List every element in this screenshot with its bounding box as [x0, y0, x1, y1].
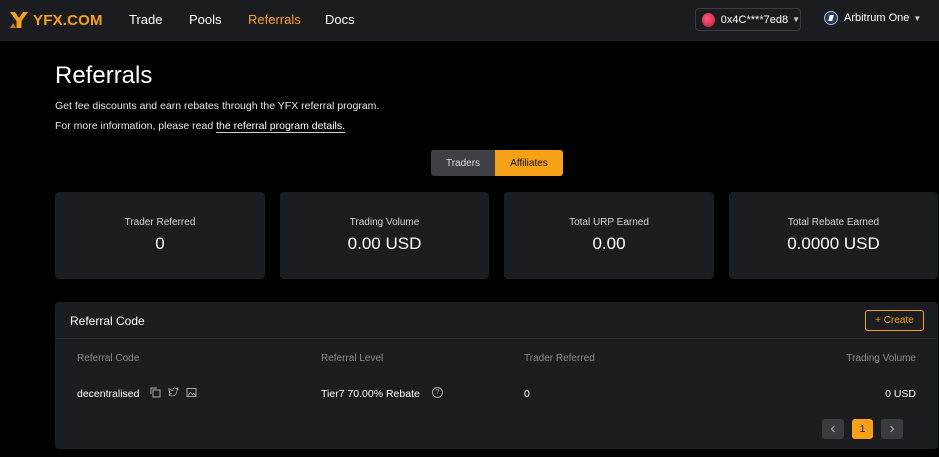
top-nav: YFX.COM Trade Pools Referrals Docs 0x4C*… — [0, 0, 939, 41]
wallet-button[interactable]: 0x4C****7ed8 ▼ — [695, 8, 801, 31]
info-prefix: For more information, please read — [55, 120, 217, 132]
column-header: Referral Code — [77, 353, 140, 364]
chevron-right-icon — [890, 425, 895, 433]
stat-value: 0.00 — [592, 234, 626, 253]
referral-code-panel: Referral Code + Create Referral Code Ref… — [55, 302, 938, 449]
trader-referred-value: 0 — [524, 388, 530, 400]
network-selector[interactable]: Arbitrum One ▼ — [824, 11, 921, 25]
pagination-page[interactable]: 1 — [852, 419, 873, 439]
brand-logo[interactable]: YFX.COM — [9, 10, 103, 30]
page-title: Referrals — [55, 62, 153, 89]
network-name: Arbitrum One — [844, 12, 910, 24]
stat-label: Total URP Earned — [569, 217, 649, 228]
stat-card-trading-volume: Trading Volume 0.00 USD — [280, 192, 489, 279]
chevron-left-icon — [830, 425, 835, 433]
nav-pools[interactable]: Pools — [189, 12, 222, 27]
code-actions — [149, 386, 197, 398]
chevron-down-icon: ▼ — [913, 13, 922, 23]
column-header: Trader Referred — [524, 353, 595, 364]
copy-icon[interactable] — [149, 386, 161, 398]
panel-header: Referral Code + Create — [55, 302, 938, 339]
referral-code-value: decentralised — [77, 388, 140, 400]
image-icon[interactable] — [185, 386, 197, 398]
create-button[interactable]: + Create — [865, 310, 924, 331]
stat-label: Trader Referred — [124, 217, 196, 228]
panel-title: Referral Code — [70, 314, 145, 328]
column-header: Referral Level — [321, 353, 384, 364]
column-header: Trading Volume — [846, 353, 916, 364]
wallet-avatar — [702, 12, 715, 27]
referral-level-value: Tier7 70.00% Rebate — [321, 388, 420, 400]
nav-referrals[interactable]: Referrals — [248, 12, 301, 27]
tab-affiliates[interactable]: Affiliates — [495, 150, 563, 176]
brand-name: YFX.COM — [33, 11, 103, 29]
stat-card-rebate-earned: Total Rebate Earned 0.0000 USD — [729, 192, 938, 279]
info-line: For more information, please read the re… — [55, 120, 346, 133]
nav-trade[interactable]: Trade — [129, 12, 162, 27]
wallet-address: 0x4C****7ed8 — [720, 13, 789, 26]
stat-value: 0.00 USD — [347, 234, 422, 253]
nav-docs[interactable]: Docs — [325, 12, 355, 27]
yfx-logo-icon — [10, 12, 28, 28]
pagination-prev[interactable] — [822, 419, 844, 439]
help-icon[interactable]: ? — [432, 387, 443, 398]
pagination-next[interactable] — [881, 419, 903, 439]
stat-card-trader-referred: Trader Referred 0 — [55, 192, 265, 279]
chevron-down-icon: ▼ — [792, 15, 800, 24]
role-toggle: Traders Affiliates — [431, 150, 563, 176]
twitter-icon[interactable] — [167, 386, 179, 398]
stat-label: Total Rebate Earned — [787, 217, 880, 228]
referral-details-link[interactable]: the referral program details. — [216, 120, 346, 133]
stat-value: 0 — [155, 234, 165, 253]
stat-card-urp-earned: Total URP Earned 0.00 — [504, 192, 714, 279]
tab-traders[interactable]: Traders — [431, 150, 495, 176]
stat-label: Trading Volume — [349, 217, 420, 228]
page-subtitle: Get fee discounts and earn rebates throu… — [55, 100, 380, 112]
trading-volume-value: 0 USD — [885, 388, 916, 400]
arbitrum-icon — [824, 11, 838, 25]
stat-value: 0.0000 USD — [787, 234, 880, 253]
